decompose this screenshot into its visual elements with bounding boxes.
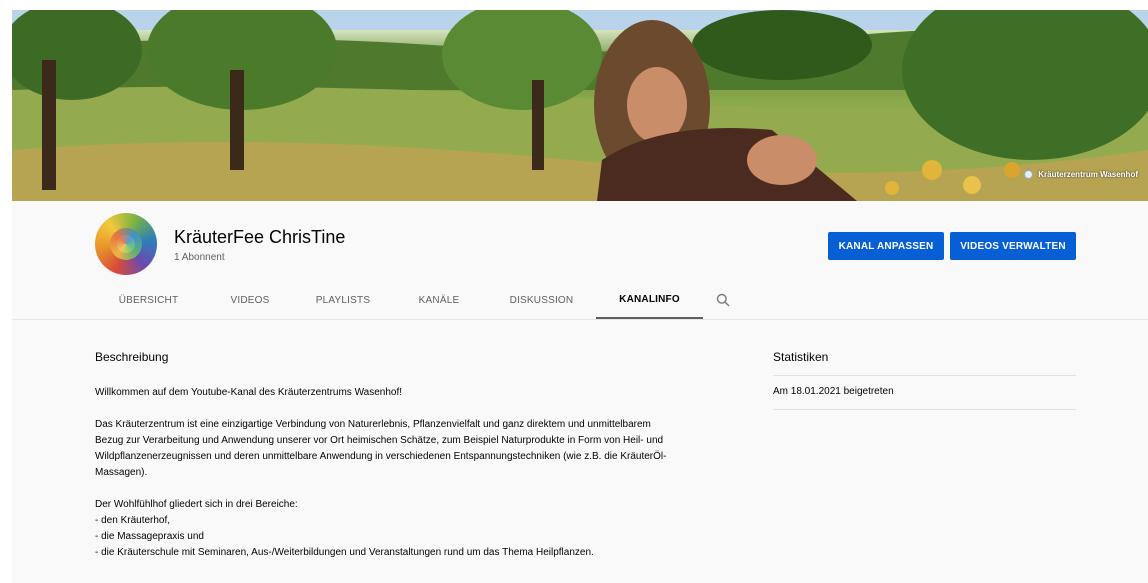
banner-brand-text: Kräuterzentrum Wasenhof <box>1038 170 1138 179</box>
channel-banner: Kräuterzentrum Wasenhof <box>12 10 1148 201</box>
tab-playlists[interactable]: PLAYLISTS <box>295 281 391 319</box>
avatar[interactable] <box>95 213 157 275</box>
channel-search-button[interactable] <box>703 281 743 319</box>
stats-divider <box>773 375 1076 376</box>
banner-image <box>12 10 1148 201</box>
channel-logo-icon <box>1024 170 1034 179</box>
tab-overview[interactable]: ÜBERSICHT <box>92 281 205 319</box>
avatar-emblem-icon <box>110 228 142 260</box>
channel-name: KräuterFee ChrisTine <box>174 227 346 247</box>
channel-header: KräuterFee ChrisTine 1 Abonnent KANAL AN… <box>12 201 1148 319</box>
customize-channel-button[interactable]: KANAL ANPASSEN <box>828 232 944 260</box>
channel-tabs: ÜBERSICHT VIDEOS PLAYLISTS KANÄLE DISKUS… <box>92 281 743 319</box>
joined-date: Am 18.01.2021 beigetreten <box>773 386 894 397</box>
stats-heading: Statistiken <box>773 350 829 364</box>
tab-about[interactable]: KANALINFO <box>596 281 703 319</box>
about-content: Beschreibung Willkommen auf dem Youtube-… <box>12 319 1148 583</box>
tab-channels[interactable]: KANÄLE <box>391 281 487 319</box>
channel-description: Willkommen auf dem Youtube-Kanal des Krä… <box>95 387 667 558</box>
stats-divider <box>773 409 1076 410</box>
subscriber-count: 1 Abonnent <box>174 252 225 263</box>
search-icon <box>716 293 730 307</box>
banner-brand-link[interactable]: Kräuterzentrum Wasenhof <box>1024 170 1138 179</box>
description-heading: Beschreibung <box>95 350 169 364</box>
tab-videos[interactable]: VIDEOS <box>205 281 295 319</box>
tab-discussion[interactable]: DISKUSSION <box>487 281 596 319</box>
channel-about-page: Kräuterzentrum Wasenhof KräuterFee Chris… <box>0 0 1148 583</box>
manage-videos-button[interactable]: VIDEOS VERWALTEN <box>950 232 1076 260</box>
